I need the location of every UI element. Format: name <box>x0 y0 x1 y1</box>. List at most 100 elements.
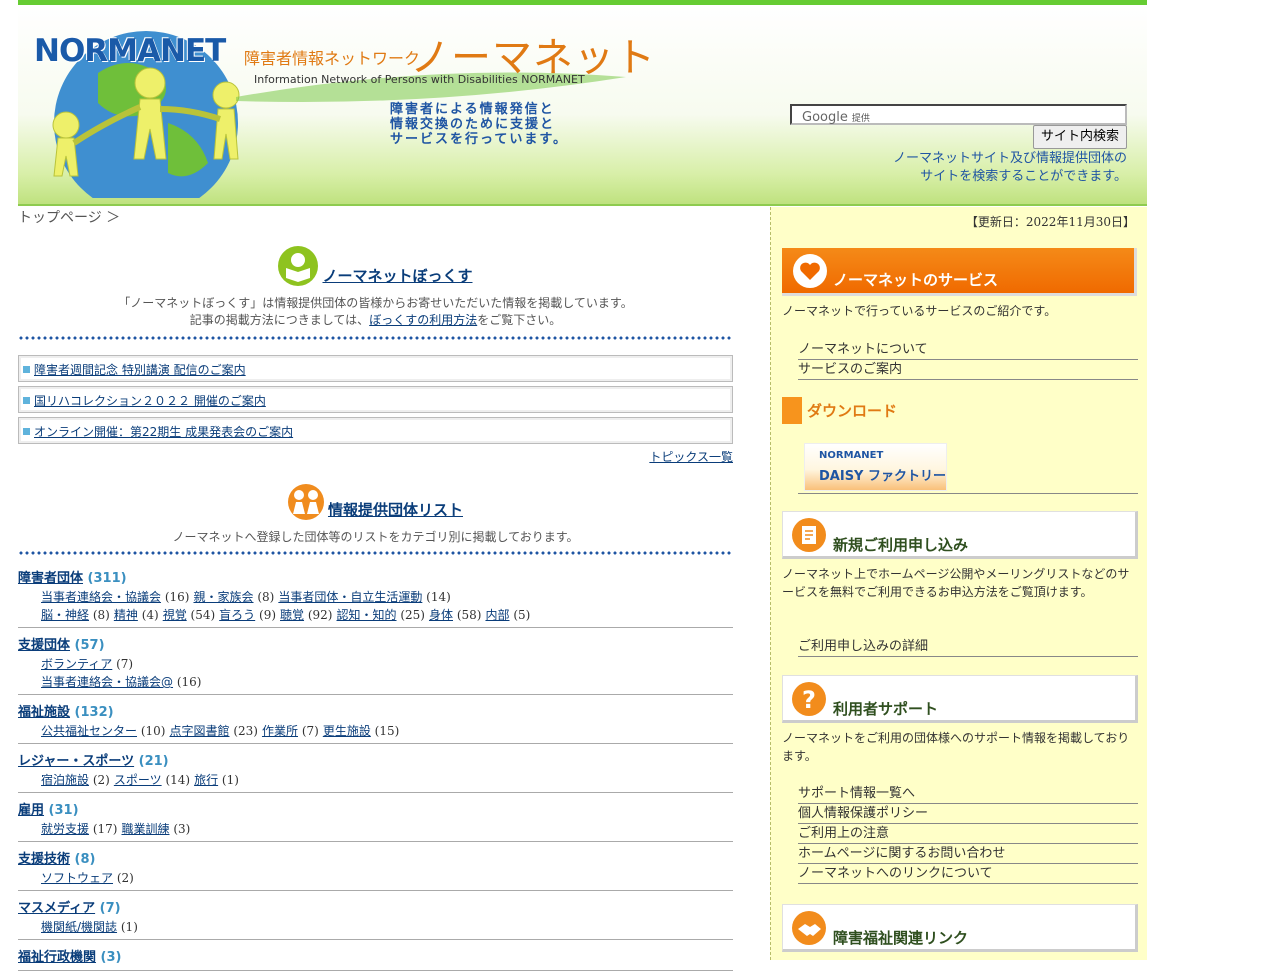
category-count: (21) <box>138 754 169 769</box>
support-info-link[interactable]: サポート情報一覧へ <box>798 784 1138 804</box>
subcategory-count: (7) <box>301 724 319 738</box>
category-block: 福祉施設 (132) 公共福祉センター (10) 点字図書館 (23) 作業所 (7)… <box>18 704 733 744</box>
service-heading: ノーマネットのサービス <box>782 248 1137 296</box>
subcategory-count: (15) <box>374 724 400 738</box>
box-desc-line: 「ノーマネットぼっくす」は情報提供団体の皆様からお寄せいただいた情報を掲載してい… <box>118 296 633 310</box>
topic-link[interactable]: 障害者週間記念 特別講演 配信のご案内 <box>34 363 246 377</box>
subcategory-line: 機関紙/機関誌 (1) <box>18 918 733 936</box>
site-header: NORMANET 障害者情報ネットワーク ノーマネット Information … <box>18 5 1147 206</box>
subcategory-link[interactable]: 作業所 <box>262 724 298 738</box>
subcategory-link[interactable]: 盲ろう <box>219 608 255 622</box>
category-heading: 福祉行政機関 (3) <box>18 949 733 967</box>
site-search-button[interactable]: サイト内検索 <box>1033 125 1127 149</box>
category-heading: 雇用 (31) <box>18 802 733 820</box>
box-desc-pre: 記事の掲載方法につきましては、 <box>189 313 370 327</box>
homepage-inquiry-link[interactable]: ホームページに関するお問い合わせ <box>798 844 1138 864</box>
category-link[interactable]: 支援団体 <box>18 638 70 653</box>
subcategory-link[interactable]: 点字図書館 <box>169 724 229 738</box>
normanet-logo-text[interactable]: NORMANET <box>34 33 226 69</box>
site-search-input[interactable]: Google 提供 <box>790 104 1127 125</box>
subcategory-count: (9) <box>259 608 277 622</box>
category-link[interactable]: 障害者団体 <box>18 571 83 586</box>
smile-heart-icon <box>793 254 827 288</box>
signup-description: ノーマネット上でホームページ公開やメーリングリストなどのサービスを無料でご利用で… <box>782 567 1130 599</box>
subcategory-count: (16) <box>164 590 190 604</box>
topic-link[interactable]: オンライン開催：第22期生 成果発表会のご案内 <box>34 425 293 439</box>
subcategory-link[interactable]: 脳・神経 <box>41 608 89 622</box>
subcategory-link[interactable]: 当事者連絡会・協議会 <box>41 590 161 604</box>
privacy-policy-link[interactable]: 個人情報保護ポリシー <box>798 804 1138 824</box>
category-heading: レジャー・スポーツ (21) <box>18 753 733 771</box>
site-english-name: Information Network of Persons with Disa… <box>254 73 585 86</box>
subcategory-link[interactable]: 宿泊施設 <box>41 773 89 787</box>
linking-policy-link[interactable]: ノーマネットへのリンクについて <box>798 864 1138 884</box>
subcategory-link[interactable]: 精神 <box>114 608 138 622</box>
category-count: (8) <box>74 852 96 867</box>
service-link-about[interactable]: ノーマネットについて <box>798 340 1138 360</box>
box-desc-post: をご覧下さい。 <box>477 313 562 327</box>
service-links: ノーマネットについて サービスのご案内 <box>798 340 1138 380</box>
support-heading: ? 利用者サポート <box>782 675 1138 723</box>
support-title: 利用者サポート <box>833 700 939 718</box>
subcategory-link[interactable]: ボランティア <box>41 657 112 671</box>
category-link[interactable]: 福祉施設 <box>18 705 70 720</box>
daisy-factory-banner[interactable]: NORMANET DAISY ファクトリー <box>804 443 947 491</box>
category-heading: 支援団体 (57) <box>18 637 733 655</box>
category-heading: マスメディア (7) <box>18 900 733 918</box>
signup-links: ご利用申し込みの詳細 <box>798 637 1138 657</box>
signup-heading: 新規ご利用申し込み <box>782 511 1138 559</box>
category-link[interactable]: レジャー・スポーツ <box>18 754 134 769</box>
usage-notes-link[interactable]: ご利用上の注意 <box>798 824 1138 844</box>
subcategory-link[interactable]: 聴覚 <box>280 608 304 622</box>
last-updated: 【更新日：2022年11月30日】 <box>965 215 1135 229</box>
subcategory-link[interactable]: 旅行 <box>194 773 218 787</box>
subcategory-link[interactable]: 職業訓練 <box>121 822 169 836</box>
topic-item: 国リハコレクション２０２２ 開催のご案内 <box>18 386 733 413</box>
category-link[interactable]: 福祉行政機関 <box>18 950 96 965</box>
search-description: ノーマネットサイト及び情報提供団体の サイトを検索することができます。 <box>892 151 1127 184</box>
subcategory-link[interactable]: 認知・知的 <box>337 608 397 622</box>
subcategory-link[interactable]: 視覚 <box>163 608 187 622</box>
groups-title-link[interactable]: 情報提供団体リスト <box>328 501 463 519</box>
subcategory-link[interactable]: スポーツ <box>114 773 162 787</box>
people-group-icon <box>287 484 324 520</box>
subcategory-count: (16) <box>176 675 202 689</box>
site-tagline: 障害者による情報発信と 情報交換のために支援と サービスを行っています。 <box>390 102 568 147</box>
subcategory-link[interactable]: 身体 <box>429 608 453 622</box>
category-link[interactable]: マスメディア <box>18 901 95 916</box>
subcategory-link[interactable]: 当事者団体・自立生活運動 <box>278 590 422 604</box>
topic-link[interactable]: 国リハコレクション２０２２ 開催のご案内 <box>34 394 266 408</box>
category-block: レジャー・スポーツ (21) 宿泊施設 (2) スポーツ (14) 旅行 (1) <box>18 753 733 793</box>
subcategory-link[interactable]: 公共福祉センター <box>41 724 137 738</box>
provided-by-label: 提供 <box>851 114 870 124</box>
signup-details-link[interactable]: ご利用申し込みの詳細 <box>798 637 1138 657</box>
category-link[interactable]: 雇用 <box>18 803 44 818</box>
subcategory-line: ソフトウェア (2) <box>18 869 733 887</box>
subcategory-link[interactable]: 当事者連絡会・協議会@ <box>41 675 173 689</box>
category-link[interactable]: 支援技術 <box>18 852 70 867</box>
category-heading: 福祉施設 (132) <box>18 704 733 722</box>
daisy-banner-main: DAISY ファクトリー <box>819 469 946 484</box>
topic-item: オンライン開催：第22期生 成果発表会のご案内 <box>18 417 733 444</box>
subcategory-count: (92) <box>307 608 333 622</box>
application-form-icon <box>792 518 826 552</box>
category-block: 支援団体 (57) ボランティア (7) 当事者連絡会・協議会@ (16) <box>18 637 733 695</box>
subcategory-link[interactable]: 親・家族会 <box>193 590 253 604</box>
subcategory-link[interactable]: 機関紙/機関誌 <box>41 920 117 934</box>
subcategory-link[interactable]: 就労支援 <box>41 822 89 836</box>
subcategory-link[interactable]: 内部 <box>485 608 509 622</box>
svg-text:?: ? <box>802 686 816 714</box>
subcategory-count: (7) <box>116 657 134 671</box>
box-usage-link[interactable]: ぼっくすの利用方法 <box>369 313 477 327</box>
topics-list-link[interactable]: トピックス一覧 <box>649 448 733 465</box>
normanet-box-title-link[interactable]: ノーマネットぼっくす <box>322 267 472 285</box>
service-link-guide[interactable]: サービスのご案内 <box>798 360 1138 380</box>
normanet-box-heading: ノーマネットぼっくす <box>18 246 733 286</box>
support-description: ノーマネットをご利用の団体様へのサポート情報を掲載しております。 <box>782 731 1130 763</box>
square-bullet-icon <box>23 428 30 435</box>
tagline-line: 障害者による情報発信と <box>390 102 555 117</box>
subcategory-link[interactable]: ソフトウェア <box>41 871 113 885</box>
subcategory-count: (5) <box>513 608 531 622</box>
subcategory-link[interactable]: 更生施設 <box>323 724 371 738</box>
category-block: マスメディア (7) 機関紙/機関誌 (1) <box>18 900 733 940</box>
